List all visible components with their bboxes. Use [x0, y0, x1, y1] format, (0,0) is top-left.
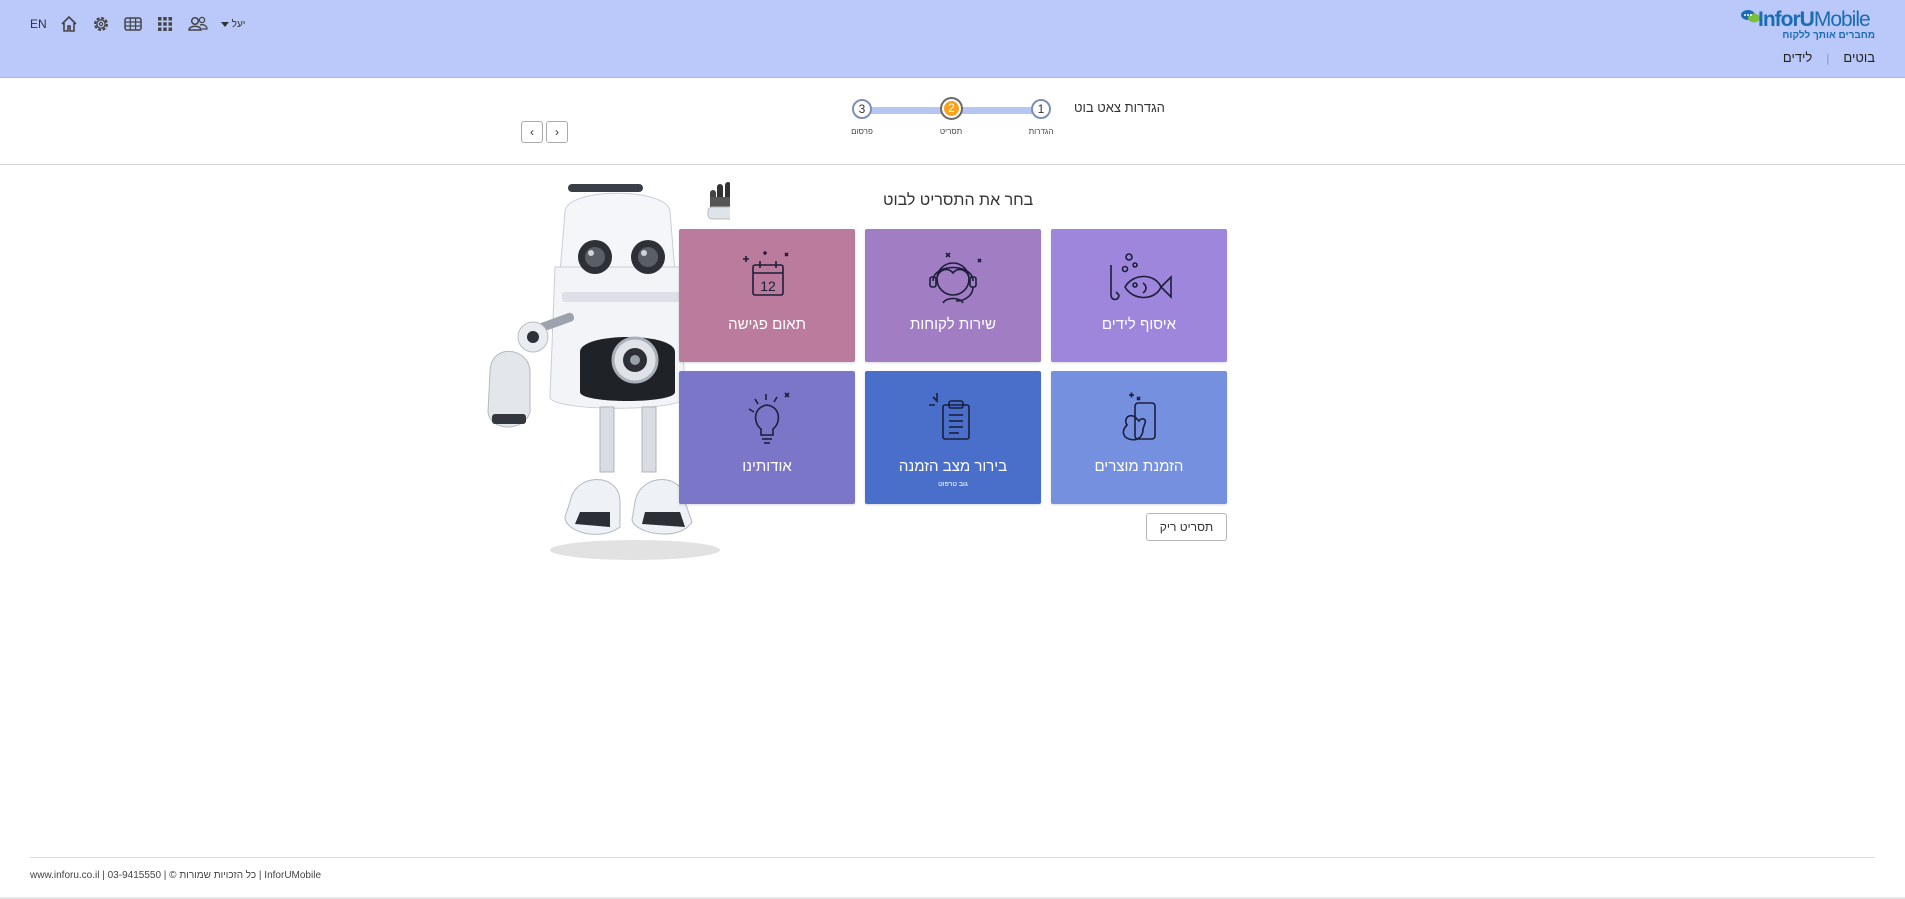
tile-meeting-scheduling[interactable]: 12 תאום פגישה — [679, 229, 855, 362]
empty-script-button[interactable]: תסריט ריק — [1146, 513, 1227, 541]
user-menu[interactable]: יעל — [220, 18, 246, 30]
nav-bots[interactable]: בוטים — [1843, 50, 1875, 65]
tile-product-ordering-label: הזמנת מוצרים — [1094, 458, 1184, 475]
logo-tagline: מחברים אותך ללקוח — [1782, 30, 1875, 41]
user-name: יעל — [231, 18, 246, 30]
tile-about-us[interactable]: אודותינו — [679, 371, 855, 504]
wizard-step-1-label: הגדרות — [1028, 127, 1054, 136]
tile-lead-collection[interactable]: איסוף לידים — [1051, 229, 1227, 362]
logo-wordmark: InforUMobile — [1758, 8, 1871, 31]
inforu-logo[interactable]: InforUMobile מחברים אותך ללקוח — [1740, 6, 1875, 42]
header-toolbar: EN יעל — [30, 14, 245, 34]
caret-down-icon — [220, 21, 229, 27]
language-toggle[interactable]: EN — [30, 17, 47, 31]
wizard-step-1[interactable]: 1 — [1031, 99, 1051, 119]
wizard-step-2[interactable]: 2 — [940, 97, 963, 120]
nav-leads[interactable]: לידים — [1783, 50, 1812, 65]
tile-meeting-scheduling-label: תאום פגישה — [728, 316, 806, 333]
tile-order-status-label: בירור מצב הזמנה — [898, 458, 1008, 475]
tile-customer-service-label: שירות לקוחות — [910, 316, 996, 333]
tile-customer-service[interactable]: שירות לקוחות — [865, 229, 1041, 362]
nav-separator: | — [1826, 50, 1830, 65]
tile-lead-collection-label: איסוף לידים — [1101, 316, 1177, 333]
wizard-prev-button[interactable]: ‹ — [521, 121, 543, 143]
top-nav: בוטים | לידים — [1783, 50, 1875, 65]
calendar-day: 12 — [760, 278, 776, 294]
tile-about-us-label: אודותינו — [742, 458, 792, 475]
footer-text: www.inforu.co.il | 03-9415550 | © כל הזכ… — [30, 870, 321, 881]
wizard-bar: הגדרות צאט בוט 1 2 3 הגדרות תסריט פרסום … — [0, 78, 1905, 165]
tile-order-status-sublabel: גוב טרפוט — [938, 481, 968, 488]
apps-grid-icon[interactable] — [155, 14, 175, 34]
robot-hand-icon — [707, 182, 730, 220]
phone-hand-icon — [1122, 392, 1156, 441]
top-header: InforUMobile מחברים אותך ללקוח בוטים | ל… — [0, 0, 1905, 78]
wizard-nav-buttons: ‹ › — [521, 121, 568, 143]
table-icon[interactable] — [123, 14, 143, 34]
wizard-title: הגדרות צאט בוט — [1074, 100, 1165, 115]
tile-product-ordering[interactable]: הזמנת מוצרים — [1051, 371, 1227, 504]
footer-divider — [30, 857, 1875, 858]
wizard-step-2-label: תסריט — [939, 127, 963, 136]
choose-script-title: בחר את התסריט לבוט — [883, 192, 1034, 209]
headset-agent-icon — [929, 252, 982, 304]
tile-order-status[interactable]: בירור מצב הזמנה גוב טרפוט — [865, 371, 1041, 504]
clipboard-icon — [929, 393, 970, 440]
fish-hook-icon — [1110, 253, 1172, 301]
wizard-step-3-label: פרסום — [851, 127, 873, 136]
calendar-icon: 12 — [743, 251, 789, 296]
wizard-step-3[interactable]: 3 — [852, 99, 872, 119]
wizard-next-button[interactable]: › — [546, 121, 568, 143]
home-icon[interactable] — [59, 14, 79, 34]
contacts-icon[interactable] — [187, 14, 209, 34]
gear-icon[interactable] — [91, 14, 111, 34]
lightbulb-icon — [748, 392, 790, 444]
